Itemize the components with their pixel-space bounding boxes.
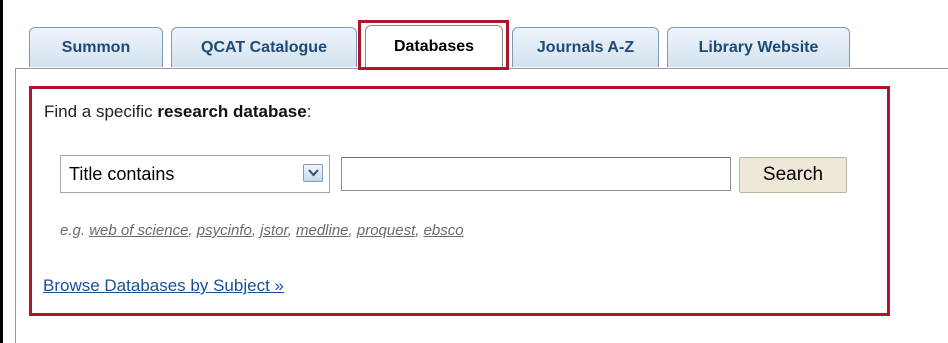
example-link-jstor[interactable]: jstor [260, 222, 288, 239]
tab-qcat-catalogue[interactable]: QCAT Catalogue [171, 27, 357, 67]
search-input[interactable] [341, 157, 731, 191]
search-button[interactable]: Search [739, 157, 847, 193]
tab-journals-a-z[interactable]: Journals A-Z [512, 27, 659, 67]
tab-label: QCAT Catalogue [201, 38, 327, 56]
panel-heading: Find a specific research database: [44, 102, 311, 122]
tab-label: Library Website [698, 38, 819, 56]
tab-databases[interactable]: Databases [365, 25, 503, 67]
browse-by-subject-link[interactable]: Browse Databases by Subject » [43, 276, 284, 296]
example-link-proquest[interactable]: proquest [357, 222, 415, 239]
example-link-psycinfo[interactable]: psycinfo [197, 222, 252, 239]
search-examples: e.g. web of science, psycinfo, jstor, me… [60, 222, 464, 239]
search-type-select[interactable]: Title contains [60, 155, 330, 193]
heading-text: Find a specific [44, 102, 158, 121]
select-value: Title contains [69, 163, 175, 184]
tab-label: Summon [61, 38, 131, 56]
example-link-medline[interactable]: medline [296, 222, 349, 239]
example-link-web-of-science[interactable]: web of science [89, 222, 188, 239]
tab-label: Databases [393, 37, 475, 55]
example-link-ebsco[interactable]: ebsco [424, 222, 464, 239]
tab-summon[interactable]: Summon [29, 27, 163, 67]
window-edge [0, 0, 3, 343]
tab-library-website[interactable]: Library Website [667, 27, 850, 67]
heading-colon: : [306, 102, 312, 121]
chevron-down-icon[interactable] [303, 164, 323, 182]
tab-label: Journals A-Z [536, 38, 635, 56]
heading-bold-text: research database [157, 102, 307, 121]
examples-prefix: e.g. [60, 222, 90, 239]
